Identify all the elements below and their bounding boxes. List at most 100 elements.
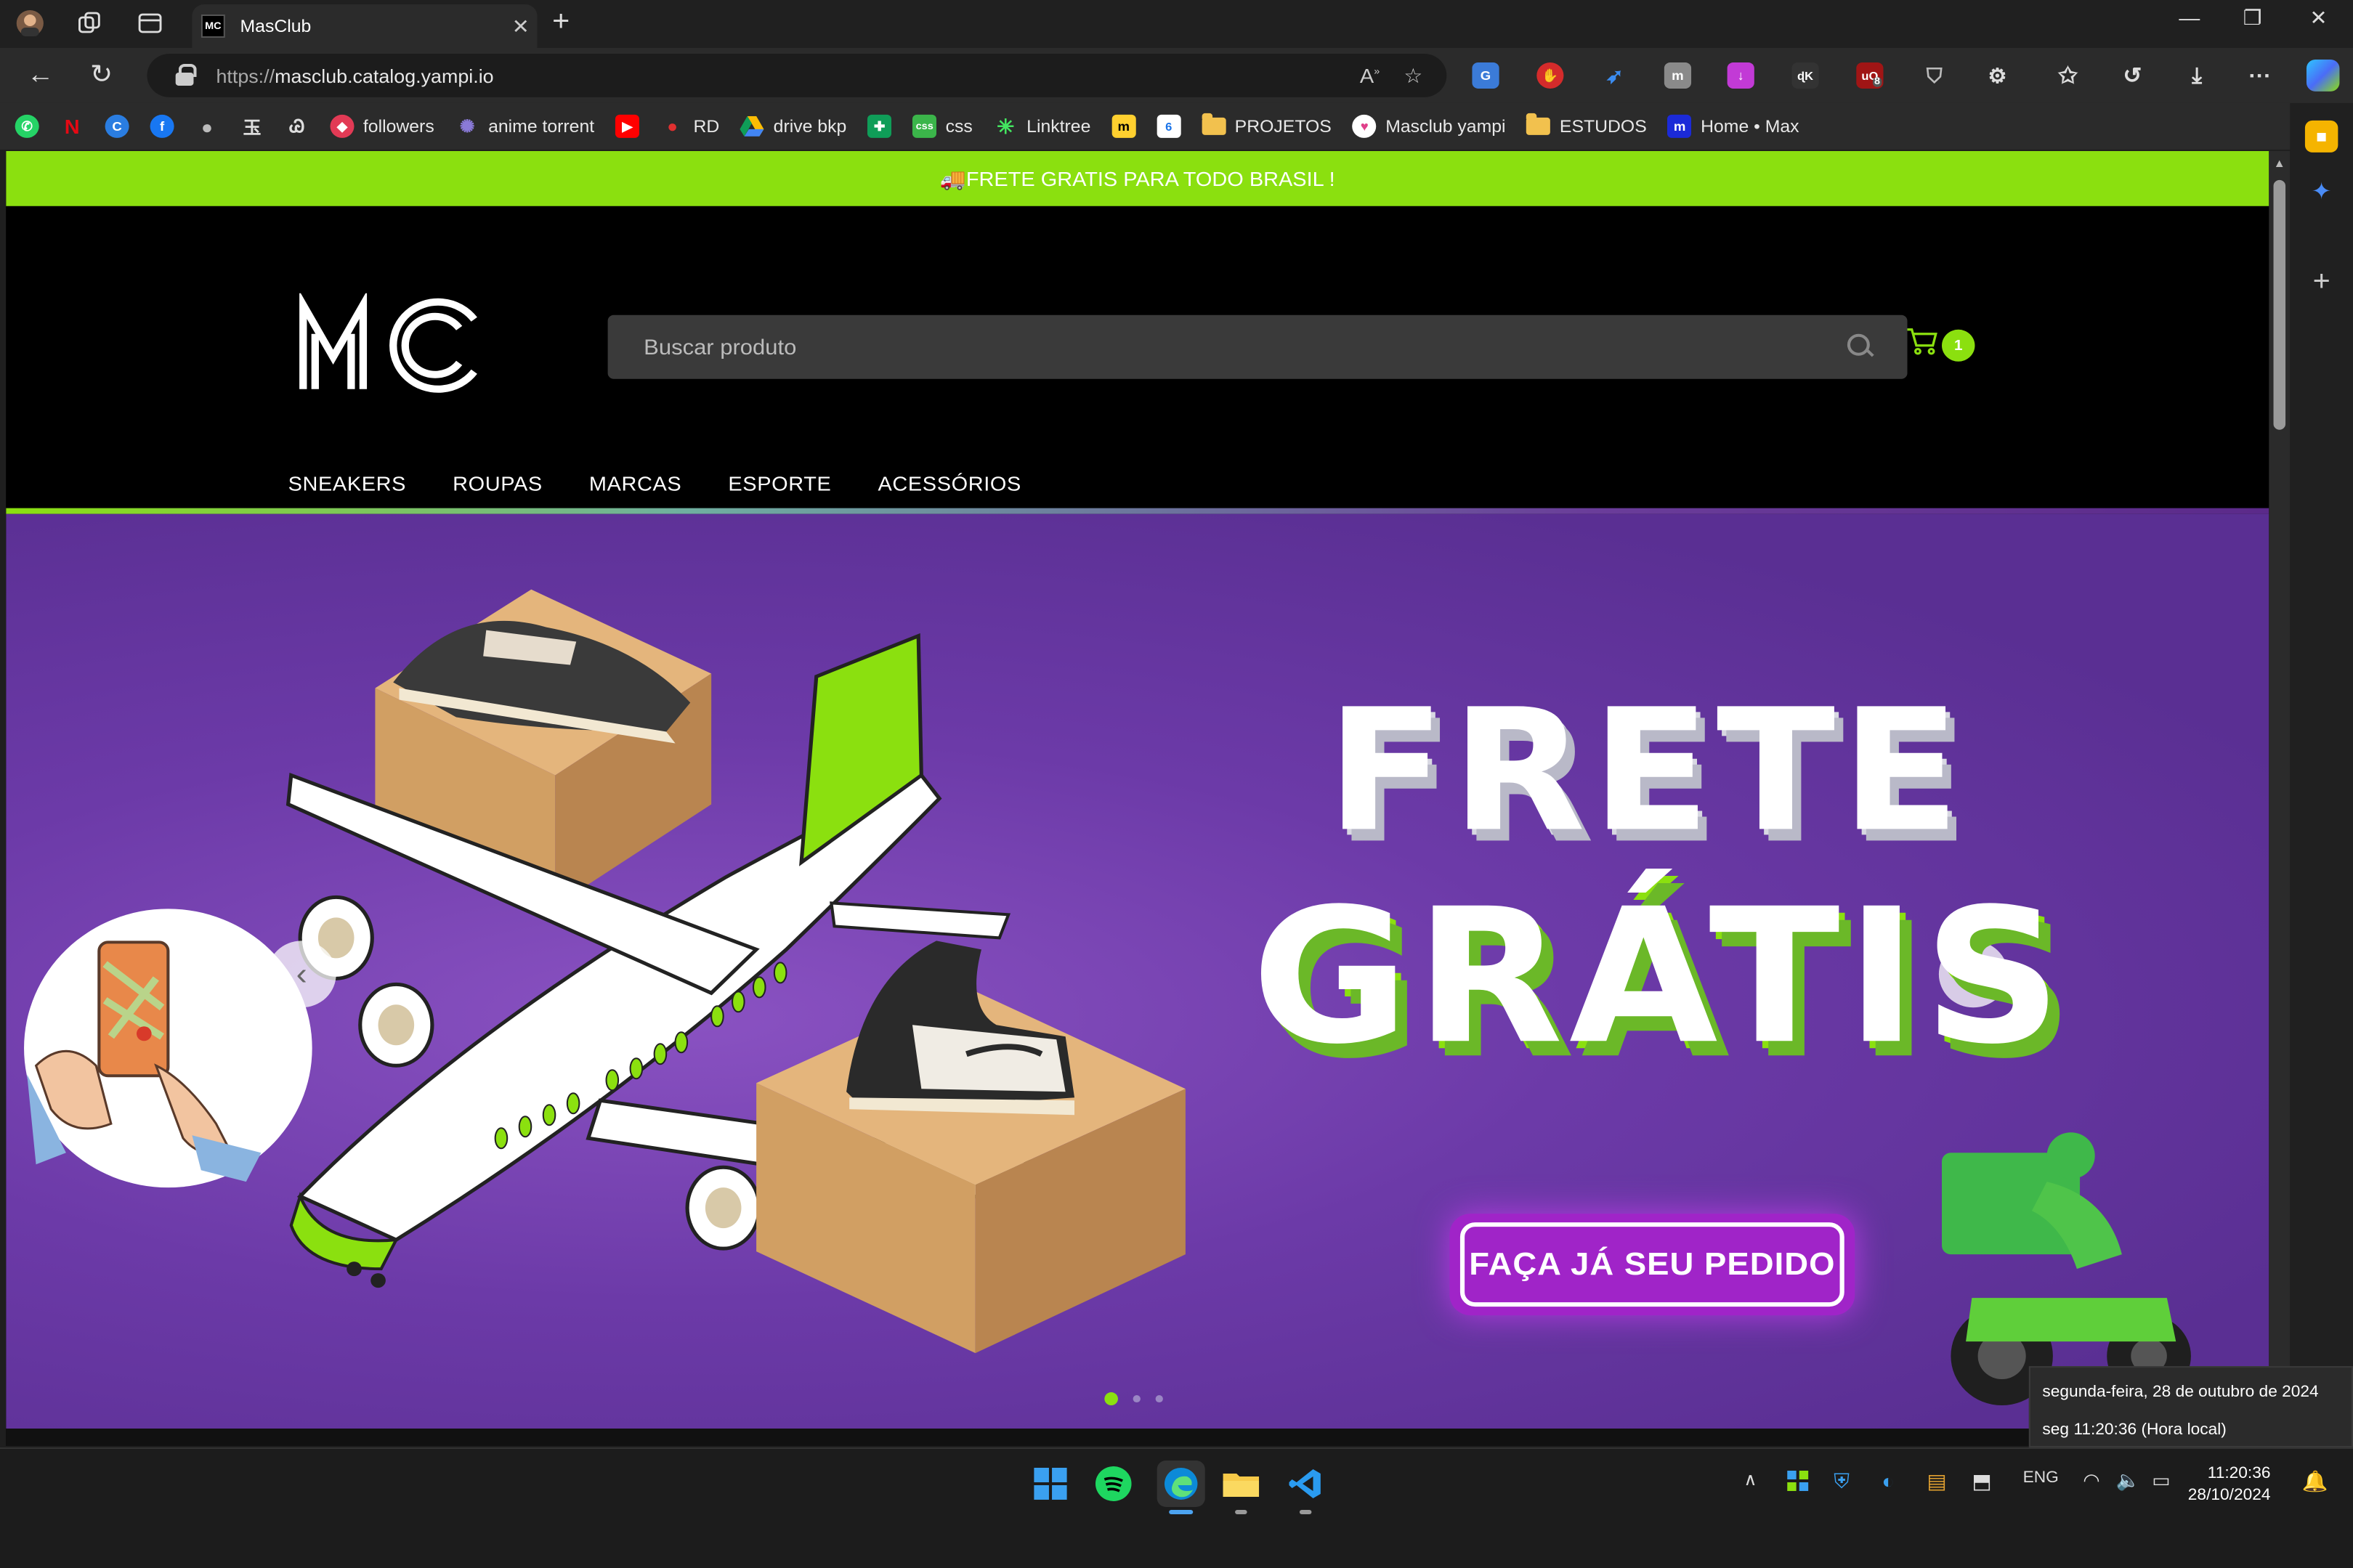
read-aloud-icon[interactable]: A» xyxy=(1360,64,1380,87)
onedrive-icon[interactable]: ◐ xyxy=(1882,1469,1894,1492)
carousel-prev-icon[interactable]: ‹ xyxy=(267,941,336,1008)
tray-monitor-icon[interactable]: ▤ xyxy=(1927,1469,1946,1494)
address-bar[interactable]: https://masclub.catalog.yampi.io A» ☆ xyxy=(147,53,1447,97)
sheets-icon: ✚ xyxy=(867,114,892,138)
workspaces-icon[interactable] xyxy=(75,9,105,38)
favorite-star-icon[interactable]: ☆ xyxy=(1404,63,1422,88)
cart-button[interactable]: 1 xyxy=(1906,327,1996,367)
profile-avatar-icon[interactable] xyxy=(15,9,45,38)
url-text[interactable]: https://masclub.catalog.yampi.io xyxy=(216,65,1359,86)
shield-extension-icon[interactable]: ⛉ xyxy=(1921,62,1948,89)
tab-title: MasClub xyxy=(240,15,312,36)
page-bottom-strip xyxy=(6,1429,2269,1447)
arrow-extension-icon[interactable]: ➶ xyxy=(1601,62,1628,89)
dk-extension-icon[interactable]: ɖK xyxy=(1791,62,1819,89)
file-explorer-icon[interactable] xyxy=(1220,1463,1262,1504)
tab-close-icon[interactable]: ✕ xyxy=(504,14,537,38)
page-scrollbar[interactable]: ▲ xyxy=(2269,150,2291,1447)
tab-actions-icon[interactable] xyxy=(135,9,165,38)
bookmark-miro[interactable]: m xyxy=(1111,114,1136,138)
history-icon[interactable]: ↺ xyxy=(2119,62,2146,89)
add-sidebar-icon[interactable]: + xyxy=(2305,265,2338,298)
search-bar[interactable]: Buscar produto xyxy=(607,314,1908,379)
menu-item-roupas[interactable]: ROUPAS xyxy=(453,472,543,495)
bookmark-netflix[interactable]: N xyxy=(60,115,84,138)
tray-chevron-icon[interactable]: ∧ xyxy=(1744,1469,1757,1490)
clock-time: 11:20:36 xyxy=(2207,1464,2271,1482)
order-now-button[interactable]: FAÇA JÁ SEU PEDIDO xyxy=(1449,1214,1855,1316)
bookmark-label: Home • Max xyxy=(1701,115,1799,137)
start-icon[interactable] xyxy=(1029,1463,1072,1504)
bookmark-c[interactable]: C xyxy=(105,114,129,138)
copilot-icon[interactable] xyxy=(2306,59,2340,92)
tray-app-icon[interactable] xyxy=(1786,1469,1810,1497)
ublock-extension-icon[interactable]: uO 8 xyxy=(1856,62,1884,89)
bookmark-facebook[interactable]: f xyxy=(150,114,174,138)
tab-masclub[interactable]: MC MasClub ✕ xyxy=(192,4,538,48)
download-extension-icon[interactable]: ↓ xyxy=(1727,62,1754,89)
defender-icon[interactable]: ⛨ xyxy=(1834,1469,1850,1494)
bookmark-rd[interactable]: ● RD xyxy=(660,115,719,138)
bookmark-sheets[interactable]: ✚ xyxy=(867,114,892,138)
bookmark-linktree[interactable]: ✳ Linktree xyxy=(994,114,1090,138)
screen: MC MasClub ✕ + — ❐ ✕ ← ↻ https://masclub… xyxy=(0,0,2353,1568)
menu-item-marcas[interactable]: MARCAS xyxy=(589,472,681,495)
edge-icon[interactable] xyxy=(1157,1460,1205,1507)
menu-item-acessorios[interactable]: ACESSÓRIOS xyxy=(878,472,1021,495)
volume-icon[interactable]: 🔈 xyxy=(2116,1469,2140,1492)
bookmark-whatsapp[interactable]: ✆ xyxy=(15,114,39,138)
bookmark-label: ESTUDOS xyxy=(1559,115,1647,137)
notification-bell-icon[interactable]: 🔔 xyxy=(2302,1469,2328,1494)
search-icon[interactable] xyxy=(1847,333,1874,360)
close-window-icon[interactable]: ✕ xyxy=(2284,6,2353,31)
vscode-icon[interactable] xyxy=(1284,1463,1327,1504)
carousel-dot[interactable] xyxy=(1104,1392,1118,1406)
bookmark-glyph[interactable]: 玉 xyxy=(240,115,264,138)
bookmark-wave[interactable]: Ꮚ xyxy=(285,115,309,138)
new-tab-icon[interactable]: + xyxy=(552,6,570,39)
scroll-thumb[interactable] xyxy=(2273,179,2286,430)
search-input[interactable]: Buscar produto xyxy=(644,335,1847,359)
cart-count-badge: 1 xyxy=(1942,329,1975,362)
hero-banner[interactable]: ‹ › FRETE GRÁTIS FAÇA JÁ SEU PEDIDO xyxy=(6,513,2269,1429)
bookmark-followers[interactable]: ◆ followers xyxy=(330,114,434,138)
bookmark-projetos[interactable]: PROJETOS xyxy=(1202,113,1332,137)
spotify-icon[interactable] xyxy=(1093,1463,1135,1504)
more-menu-icon[interactable]: ··· xyxy=(2246,62,2273,89)
bookmark-anime-torrent[interactable]: ✺ anime torrent xyxy=(455,115,594,138)
sparkle-icon[interactable]: ✦ xyxy=(2305,176,2338,208)
wifi-icon[interactable]: ◠ xyxy=(2083,1469,2099,1492)
scroll-up-icon[interactable]: ▲ xyxy=(2274,157,2285,170)
taskbar-clock[interactable]: 11:20:36 28/10/2024 xyxy=(2188,1463,2271,1507)
tray-upload-icon[interactable]: ⬒ xyxy=(1972,1469,1991,1494)
downloads-icon[interactable]: ⤓ xyxy=(2184,62,2211,89)
carousel-dot[interactable] xyxy=(1133,1395,1141,1403)
menu-item-esporte[interactable]: ESPORTE xyxy=(728,472,831,495)
adblock-extension-icon[interactable]: ✋ xyxy=(1536,62,1564,89)
extensions-puzzle-icon[interactable]: ⚙ xyxy=(1984,62,2011,89)
bookmark-label: css xyxy=(945,115,973,137)
battery-icon[interactable]: ▭ xyxy=(2152,1469,2170,1492)
bookmark-apple[interactable]: ● xyxy=(195,115,219,138)
back-arrow-icon[interactable]: ← xyxy=(27,60,54,90)
bookmark-calendar[interactable]: 6 xyxy=(1157,114,1181,138)
menu-item-sneakers[interactable]: SNEAKERS xyxy=(288,472,406,495)
bookmark-drive[interactable]: drive bkp xyxy=(740,115,846,138)
bookmark-home-max[interactable]: m Home • Max xyxy=(1667,114,1799,138)
lock-icon[interactable] xyxy=(174,63,197,87)
favorites-icon[interactable]: ✩ xyxy=(2054,62,2081,89)
minimize-icon[interactable]: — xyxy=(2155,6,2224,29)
reload-icon[interactable]: ↻ xyxy=(90,60,113,90)
translate-extension-icon[interactable]: G xyxy=(1472,62,1499,89)
bookmark-masclub-yampi[interactable]: ♥ Masclub yampi xyxy=(1352,114,1506,138)
bookmark-css[interactable]: css css xyxy=(912,114,973,138)
masclub-logo[interactable] xyxy=(297,291,483,398)
bookmark-estudos[interactable]: ESTUDOS xyxy=(1526,113,1647,137)
restore-icon[interactable]: ❐ xyxy=(2218,6,2287,31)
notes-icon[interactable]: ■ xyxy=(2304,120,2338,153)
bookmark-youtube[interactable]: ▶ xyxy=(615,114,640,138)
carousel-dot[interactable] xyxy=(1155,1395,1163,1403)
m-extension-icon[interactable]: m xyxy=(1664,62,1692,89)
language-indicator[interactable]: ENG xyxy=(2023,1469,2059,1487)
glyph-icon: 玉 xyxy=(243,116,262,137)
